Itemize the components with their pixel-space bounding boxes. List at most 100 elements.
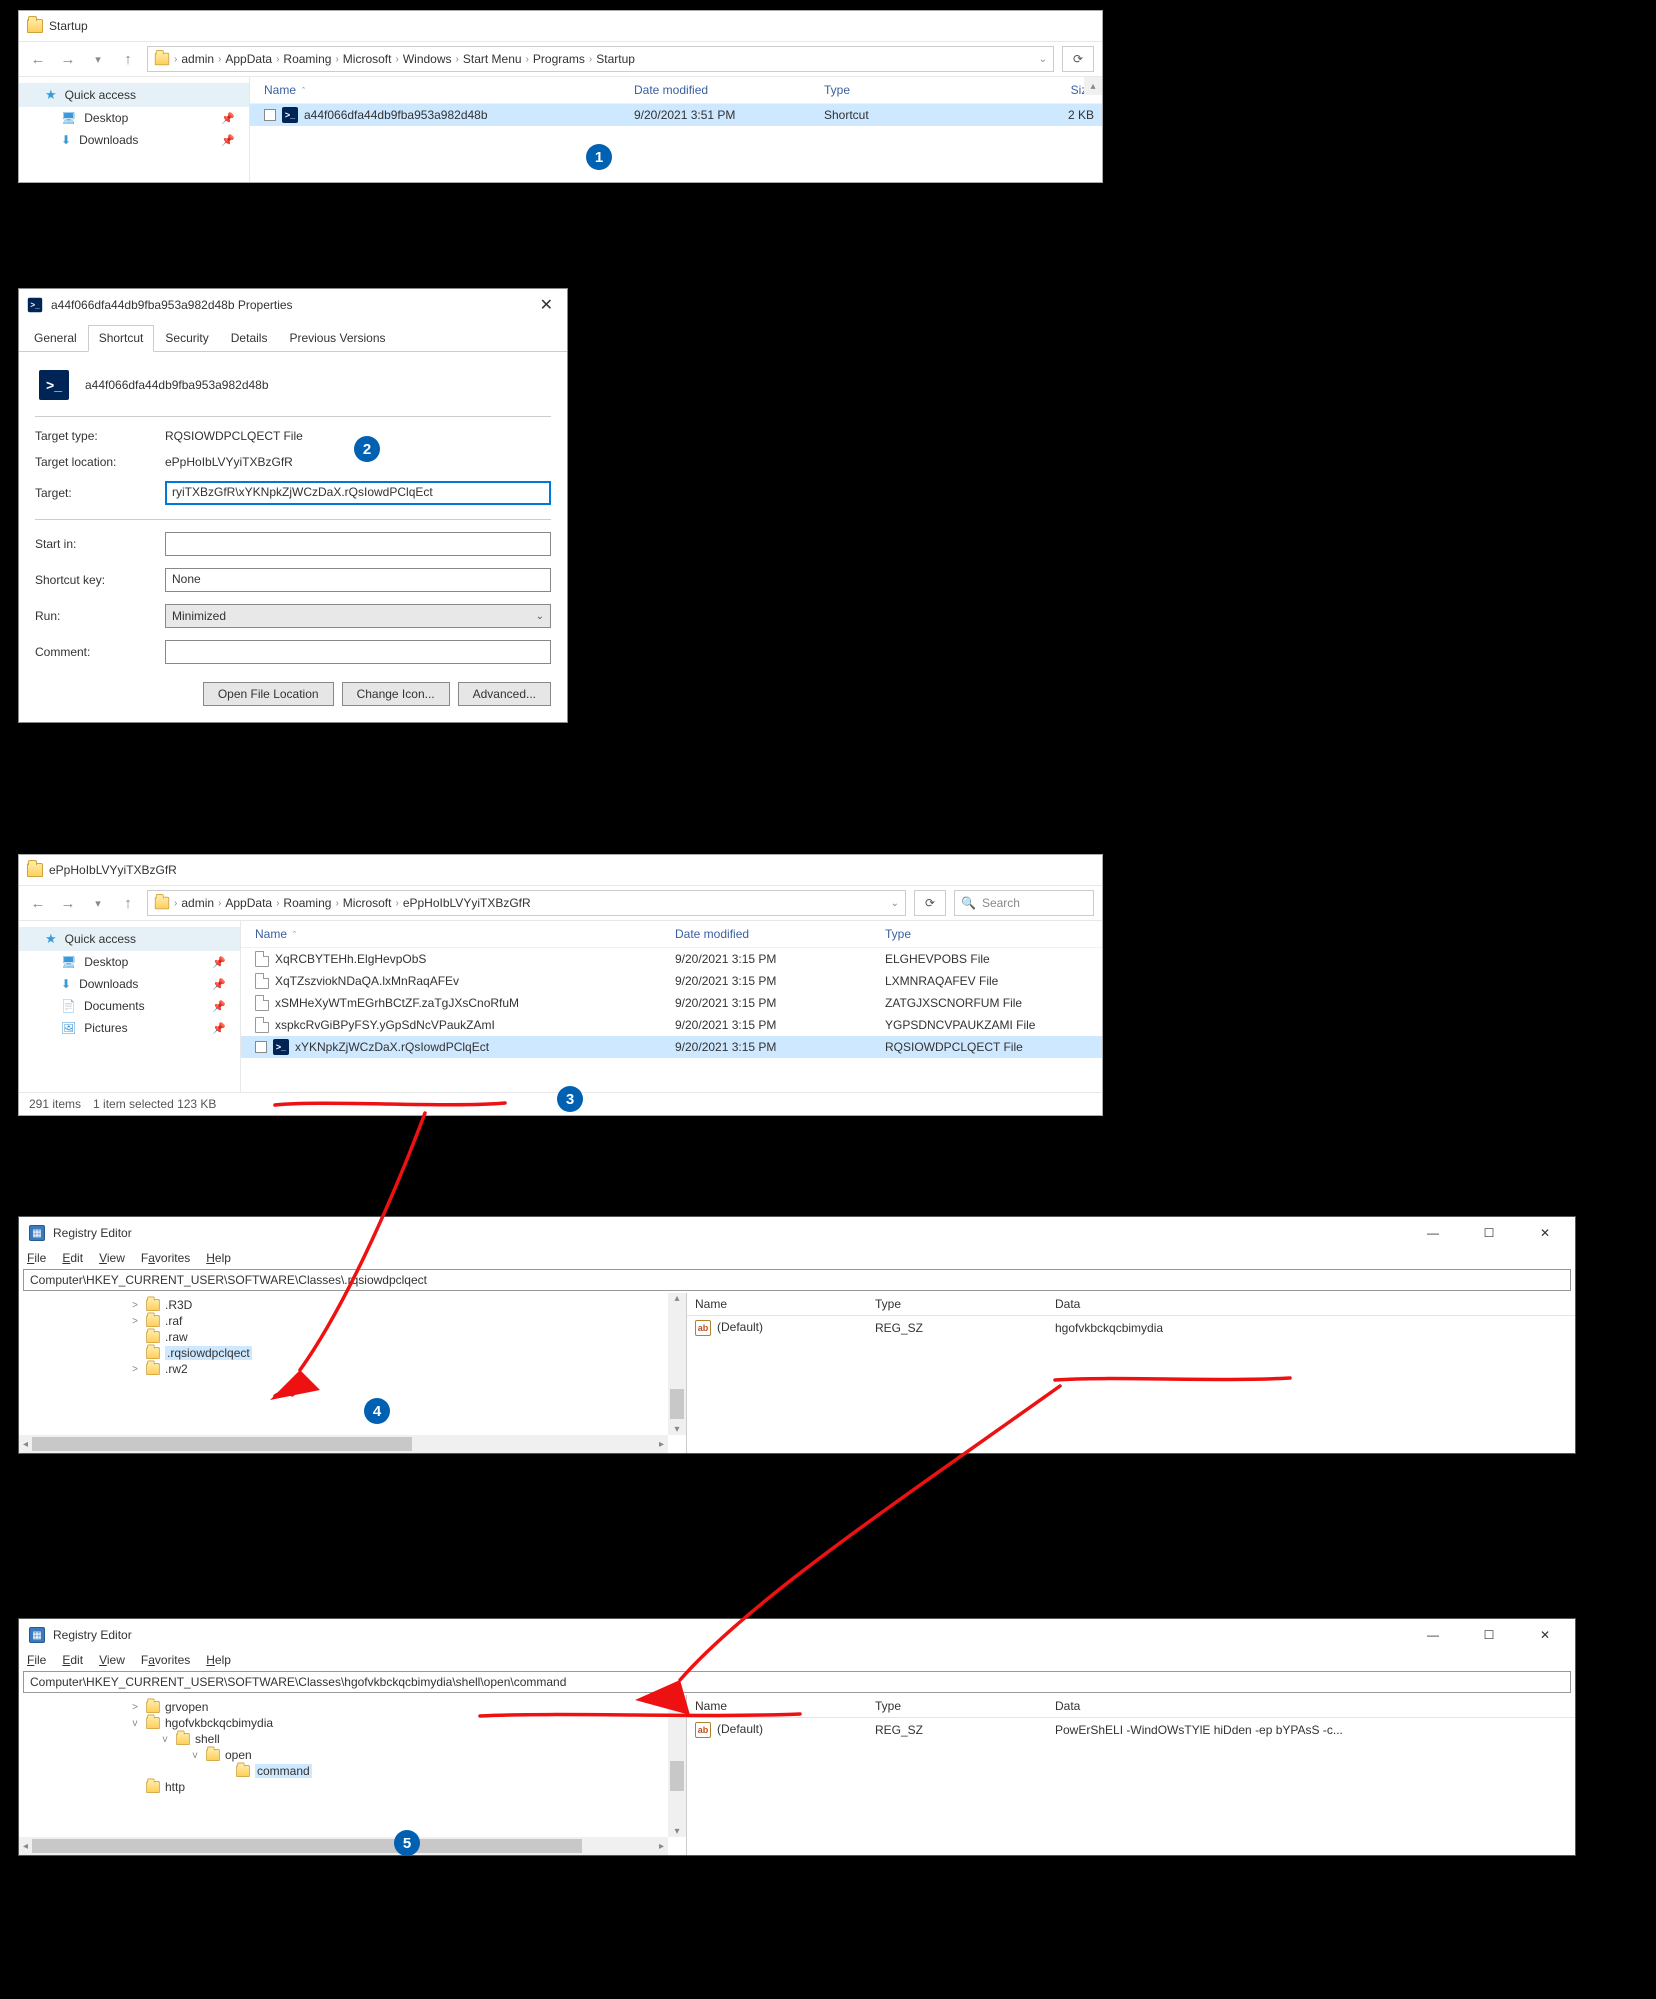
sidebar-desktop[interactable]: 🖥Desktop📌: [19, 107, 249, 129]
menu-favorites[interactable]: Favorites: [141, 1251, 190, 1265]
forward-button[interactable]: →: [57, 48, 79, 70]
checkbox[interactable]: [255, 1041, 267, 1053]
scrollbar-thumb[interactable]: [670, 1389, 684, 1419]
tree-item[interactable]: vshell: [19, 1731, 686, 1747]
tab-security[interactable]: Security: [154, 325, 219, 351]
sidebar-downloads[interactable]: ⬇Downloads📌: [19, 973, 240, 995]
scrollbar-horizontal[interactable]: ◂▸: [19, 1435, 668, 1453]
crumb[interactable]: Microsoft: [343, 52, 392, 66]
tab-previous-versions[interactable]: Previous Versions: [278, 325, 396, 351]
scroll-up-button[interactable]: ▴: [1084, 77, 1102, 95]
column-headers[interactable]: Nameˆ Date modified Type Size: [250, 77, 1102, 104]
tree-twisty[interactable]: v: [129, 1718, 141, 1729]
scrollbar-horizontal[interactable]: ◂▸: [19, 1837, 668, 1855]
registry-value-row[interactable]: ab(Default) REG_SZ hgofvkbckqcbimydia: [687, 1316, 1575, 1340]
tree-item[interactable]: vhgofvkbckqcbimydia: [19, 1715, 686, 1731]
up-button[interactable]: ↑: [117, 48, 139, 70]
tree-twisty[interactable]: >: [129, 1702, 141, 1713]
sidebar-quick-access[interactable]: ★Quick access: [19, 83, 249, 107]
target-input[interactable]: ryiTXBzGfR\xYKNpkZjWCzDaX.rQsIowdPClqEct: [165, 481, 551, 505]
scrollbar-vertical[interactable]: ▴▾: [668, 1695, 686, 1837]
scrollbar-vertical[interactable]: ▴▾: [668, 1293, 686, 1435]
sidebar-documents[interactable]: 📄Documents📌: [19, 995, 240, 1017]
back-button[interactable]: ←: [27, 48, 49, 70]
tab-shortcut[interactable]: Shortcut: [88, 325, 155, 352]
menu-help[interactable]: Help: [206, 1653, 231, 1667]
file-row[interactable]: XqRCBYTEHh.ElgHevpObS9/20/2021 3:15 PMEL…: [241, 948, 1102, 970]
tree-twisty[interactable]: >: [129, 1300, 141, 1311]
sidebar-pictures[interactable]: 🖼Pictures📌: [19, 1017, 240, 1039]
recent-dropdown[interactable]: ▾: [87, 892, 109, 914]
close-button[interactable]: ✕: [534, 295, 559, 315]
comment-input[interactable]: [165, 640, 551, 664]
minimize-button[interactable]: —: [1419, 1625, 1447, 1645]
menu-file[interactable]: File: [27, 1251, 46, 1265]
menu-edit[interactable]: Edit: [62, 1653, 83, 1667]
menu-help[interactable]: Help: [206, 1251, 231, 1265]
crumb[interactable]: AppData: [225, 896, 272, 910]
crumb[interactable]: Programs: [533, 52, 585, 66]
chevron-down-icon[interactable]: ⌄: [1039, 54, 1047, 65]
col-date[interactable]: Date modified: [634, 83, 824, 97]
col-type[interactable]: Type: [875, 1699, 1055, 1713]
col-data[interactable]: Data: [1055, 1297, 1567, 1311]
tree-item[interactable]: >.R3D: [19, 1297, 686, 1313]
file-row[interactable]: xspkcRvGiBPyFSY.yGpSdNcVPaukZAmI9/20/202…: [241, 1014, 1102, 1036]
col-name[interactable]: Name: [264, 83, 296, 97]
registry-tree[interactable]: >grvopenvhgofvkbckqcbimydiavshellvopenco…: [19, 1695, 687, 1855]
close-button[interactable]: ✕: [1531, 1625, 1559, 1645]
tab-details[interactable]: Details: [220, 325, 279, 351]
col-type[interactable]: Type: [824, 83, 1014, 97]
run-select[interactable]: Minimized⌄: [165, 604, 551, 628]
col-name[interactable]: Name: [695, 1699, 875, 1713]
menu-edit[interactable]: Edit: [62, 1251, 83, 1265]
scrollbar-thumb[interactable]: [670, 1761, 684, 1791]
crumb[interactable]: Roaming: [283, 896, 331, 910]
up-button[interactable]: ↑: [117, 892, 139, 914]
col-type[interactable]: Type: [885, 927, 1075, 941]
scrollbar-thumb[interactable]: [32, 1437, 412, 1451]
sidebar-quick-access[interactable]: ★Quick access: [19, 927, 240, 951]
column-headers[interactable]: Nameˆ Date modified Type: [241, 921, 1102, 948]
change-icon-button[interactable]: Change Icon...: [342, 682, 450, 706]
tree-item[interactable]: .rqsiowdpclqect: [19, 1345, 686, 1361]
tree-item[interactable]: >.raf: [19, 1313, 686, 1329]
menu-view[interactable]: View: [99, 1251, 125, 1265]
menu-file[interactable]: File: [27, 1653, 46, 1667]
advanced-button[interactable]: Advanced...: [458, 682, 551, 706]
tree-item[interactable]: vopen: [19, 1747, 686, 1763]
checkbox[interactable]: [264, 109, 276, 121]
tree-item[interactable]: .raw: [19, 1329, 686, 1345]
col-type[interactable]: Type: [875, 1297, 1055, 1311]
crumb[interactable]: admin: [181, 896, 214, 910]
file-row[interactable]: XqTZszviokNDaQA.lxMnRaqAFEv9/20/2021 3:1…: [241, 970, 1102, 992]
sidebar-downloads[interactable]: ⬇Downloads📌: [19, 129, 249, 151]
breadcrumb[interactable]: › admin› AppData› Roaming› Microsoft› eP…: [147, 890, 906, 916]
tree-twisty[interactable]: >: [129, 1316, 141, 1327]
col-date[interactable]: Date modified: [675, 927, 885, 941]
crumb[interactable]: ePpHoIbLVYyiTXBzGfR: [403, 896, 531, 910]
crumb[interactable]: Microsoft: [343, 896, 392, 910]
maximize-button[interactable]: ☐: [1475, 1625, 1503, 1645]
tree-twisty[interactable]: >: [129, 1364, 141, 1375]
forward-button[interactable]: →: [57, 892, 79, 914]
col-data[interactable]: Data: [1055, 1699, 1567, 1713]
registry-value-row[interactable]: ab(Default) REG_SZ PowErShELI -WindOWsTY…: [687, 1718, 1575, 1742]
crumb[interactable]: AppData: [225, 52, 272, 66]
address-bar[interactable]: Computer\HKEY_CURRENT_USER\SOFTWARE\Clas…: [23, 1671, 1571, 1693]
back-button[interactable]: ←: [27, 892, 49, 914]
crumb[interactable]: admin: [181, 52, 214, 66]
tree-twisty[interactable]: v: [159, 1734, 171, 1745]
shortcutkey-input[interactable]: None: [165, 568, 551, 592]
file-row[interactable]: >_a44f066dfa44db9fba953a982d48b 9/20/202…: [250, 104, 1102, 126]
open-file-location-button[interactable]: Open File Location: [203, 682, 334, 706]
minimize-button[interactable]: —: [1419, 1223, 1447, 1243]
chevron-down-icon[interactable]: ⌄: [891, 898, 899, 909]
refresh-button[interactable]: ⟳: [1062, 46, 1094, 72]
maximize-button[interactable]: ☐: [1475, 1223, 1503, 1243]
tree-item[interactable]: http: [19, 1779, 686, 1795]
breadcrumb[interactable]: › admin› AppData› Roaming› Microsoft› Wi…: [147, 46, 1054, 72]
crumb[interactable]: Startup: [596, 52, 635, 66]
column-headers[interactable]: Name Type Data: [687, 1293, 1575, 1316]
tree-item[interactable]: command: [19, 1763, 686, 1779]
